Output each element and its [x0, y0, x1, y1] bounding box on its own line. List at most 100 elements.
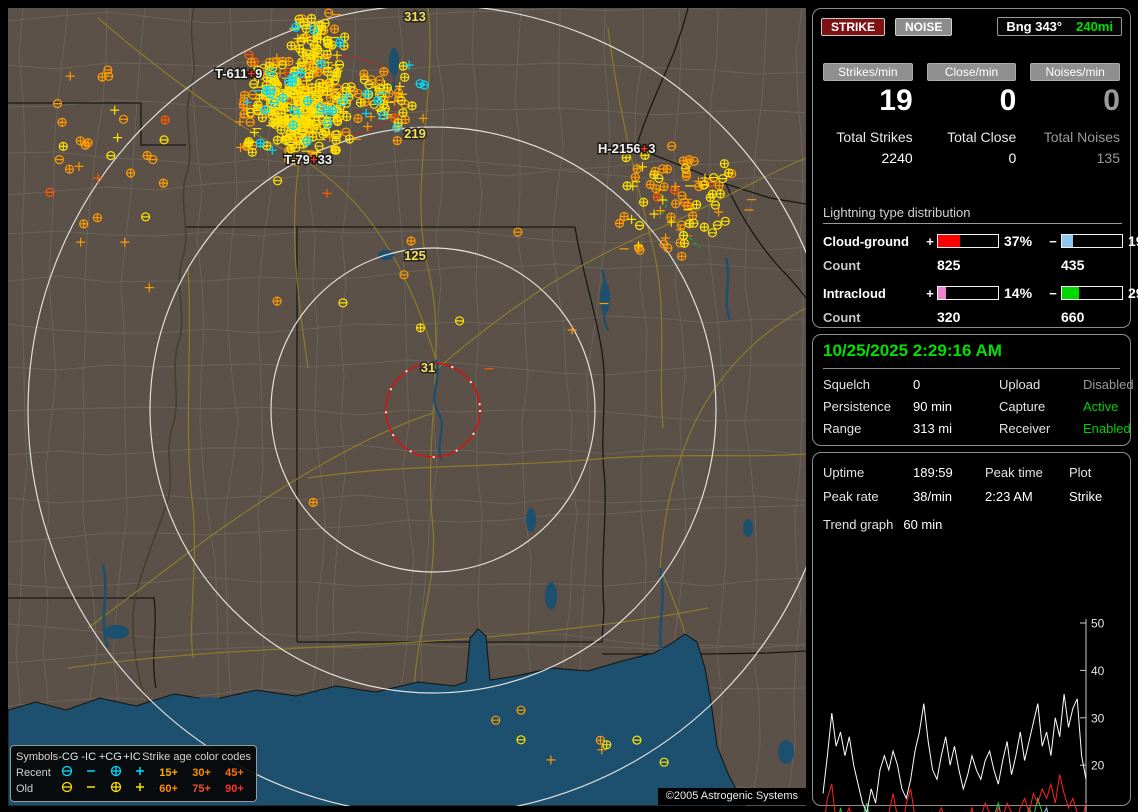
- svg-text:219: 219: [404, 126, 426, 141]
- pos-ic-count: 320: [937, 309, 999, 325]
- legend-old-label: Old: [16, 781, 55, 797]
- bearing-range: 240mi: [1076, 19, 1113, 34]
- minus-sign: −: [1045, 286, 1061, 301]
- datetime-display: 10/25/2025 2:29:16 AM: [823, 341, 1120, 369]
- peak-time-value: 2:23 AM: [985, 489, 1069, 504]
- trend-graph-chart: 203040506050403020100min: [813, 535, 1131, 805]
- trend-box: Uptime 189:59 Peak time Plot Peak rate 3…: [812, 452, 1131, 806]
- svg-text:40: 40: [1091, 664, 1105, 678]
- plus-sign: +: [923, 234, 937, 249]
- age-45: 45+: [218, 765, 251, 781]
- pos-cg-recent-icon: [103, 765, 127, 782]
- minus-sign: −: [1045, 234, 1061, 249]
- intracloud-label: Intracloud: [823, 286, 923, 301]
- neg-cg-recent-icon: [55, 765, 79, 782]
- lightning-type-distribution: Lightning type distribution Cloud-ground…: [823, 205, 1122, 325]
- noises-per-min-badge: Noises/min: [1030, 63, 1120, 81]
- pos-cg-percent: 37%: [999, 233, 1045, 249]
- stats-box: STRIKE NOISE Bng 343° 240mi Strikes/min …: [812, 8, 1131, 328]
- total-noises-label: Total Noises: [1030, 129, 1120, 145]
- total-close-value: 0: [927, 150, 1017, 166]
- pos-ic-old-icon: [128, 781, 152, 798]
- bearing-readout: Bng 343° 240mi: [997, 17, 1122, 36]
- noise-button[interactable]: NOISE: [895, 18, 952, 36]
- legend-recent-row: Recent 15+ 30+ 45+: [16, 765, 251, 781]
- total-close-label: Total Close: [927, 129, 1017, 145]
- neg-cg-bar: [1061, 234, 1123, 248]
- pos-ic-bar: [937, 286, 999, 300]
- peak-rate-value: 38/min: [913, 489, 985, 504]
- trend-graph-setting: Trend graph 60 min: [823, 517, 942, 532]
- rate-counters: Strikes/min 19 Total Strikes 2240 Close/…: [823, 63, 1120, 166]
- noises-per-min-value: 0: [1030, 85, 1120, 117]
- neg-cg-percent: 19%: [1123, 233, 1138, 249]
- peak-rate-label: Peak rate: [823, 489, 913, 504]
- total-noises-value: 135: [1030, 150, 1120, 166]
- upload-state: Disabled: [1083, 377, 1134, 392]
- plot-value: Strike: [1069, 489, 1126, 504]
- neg-ic-percent: 29%: [1123, 285, 1138, 301]
- trend-graph-label: Trend graph: [823, 517, 893, 532]
- neg-ic-old-icon: [79, 781, 103, 798]
- age-30: 30+: [185, 765, 218, 781]
- neg-ic-recent-icon: [79, 765, 103, 782]
- pos-ic-recent-icon: [128, 765, 152, 782]
- neg-cg-count: 435: [1061, 257, 1123, 273]
- legend-symbols-header: Symbols: [16, 749, 58, 765]
- status-box: 10/25/2025 2:29:16 AM Squelch 0 Upload D…: [812, 334, 1131, 446]
- neg-ic-bar: [1061, 286, 1123, 300]
- bearing-value: Bng 343°: [1006, 19, 1062, 34]
- legend-age-header: Strike age color codes: [142, 749, 251, 765]
- lightning-map[interactable]: 313 219 125 31 T-611+9 T-79+33 H-2156+3: [8, 8, 806, 806]
- persistence-value: 90 min: [913, 399, 999, 414]
- capture-label: Capture: [999, 399, 1083, 414]
- age-60: 60+: [152, 781, 185, 797]
- receiver-state: Enabled: [1083, 421, 1134, 436]
- svg-text:125: 125: [404, 248, 426, 263]
- uptime-label: Uptime: [823, 465, 913, 480]
- status-grid: Squelch 0 Upload Disabled Persistence 90…: [823, 377, 1126, 436]
- range-label: Range: [823, 421, 913, 436]
- intracloud-rows: Intracloud + 14% − 29% Count 320 660: [823, 285, 1122, 325]
- svg-text:50: 50: [1091, 617, 1105, 631]
- strikes-counter: Strikes/min 19 Total Strikes 2240: [823, 63, 913, 166]
- svg-text:T-79+33: T-79+33: [284, 152, 332, 167]
- svg-text:31: 31: [421, 360, 435, 375]
- persistence-label: Persistence: [823, 399, 913, 414]
- svg-text:20: 20: [1091, 759, 1105, 773]
- close-counter: Close/min 0 Total Close 0: [927, 63, 1017, 166]
- close-per-min-value: 0: [927, 85, 1017, 117]
- legend-col-neg-cg: -CG: [58, 749, 78, 765]
- age-75: 75+: [185, 781, 218, 797]
- legend-old-row: Old 60+ 75+ 90+: [16, 781, 251, 797]
- legend-recent-label: Recent: [16, 765, 55, 781]
- uptime-grid: Uptime 189:59 Peak time Plot Peak rate 3…: [823, 465, 1126, 504]
- map-panel[interactable]: 313 219 125 31 T-611+9 T-79+33 H-2156+3 Symbol…: [8, 8, 806, 806]
- neg-cg-old-icon: [55, 781, 79, 798]
- svg-text:30: 30: [1091, 711, 1105, 725]
- neg-ic-count: 660: [1061, 309, 1123, 325]
- mode-button-row: STRIKE NOISE Bng 343° 240mi: [821, 17, 1122, 36]
- pos-cg-count: 825: [937, 257, 999, 273]
- cg-count-label: Count: [823, 258, 923, 273]
- svg-text:313: 313: [404, 9, 426, 24]
- receiver-label: Receiver: [999, 421, 1083, 436]
- strike-legend: Symbols -CG -IC +CG +IC Strike age color…: [10, 745, 257, 802]
- strike-button[interactable]: STRIKE: [821, 18, 885, 36]
- squelch-label: Squelch: [823, 377, 913, 392]
- svg-text:T-611+9: T-611+9: [215, 66, 262, 81]
- pos-cg-old-icon: [103, 781, 127, 798]
- upload-label: Upload: [999, 377, 1083, 392]
- svg-text:H-2156+3: H-2156+3: [598, 141, 655, 156]
- legend-header-row: Symbols -CG -IC +CG +IC Strike age color…: [16, 749, 251, 765]
- cloud-ground-rows: Cloud-ground + 37% − 19% Count 825 435: [823, 233, 1122, 273]
- legend-col-pos-ic: +IC: [122, 749, 142, 765]
- nexstorm-window: 313 219 125 31 T-611+9 T-79+33 H-2156+3 Symbol…: [0, 0, 1138, 812]
- total-strikes-label: Total Strikes: [823, 129, 913, 145]
- range-value: 313 mi: [913, 421, 999, 436]
- pos-ic-percent: 14%: [999, 285, 1045, 301]
- cloud-ground-label: Cloud-ground: [823, 234, 923, 249]
- trend-graph-value: 60 min: [903, 517, 942, 532]
- legend-col-neg-ic: -IC: [79, 749, 99, 765]
- plus-sign: +: [923, 286, 937, 301]
